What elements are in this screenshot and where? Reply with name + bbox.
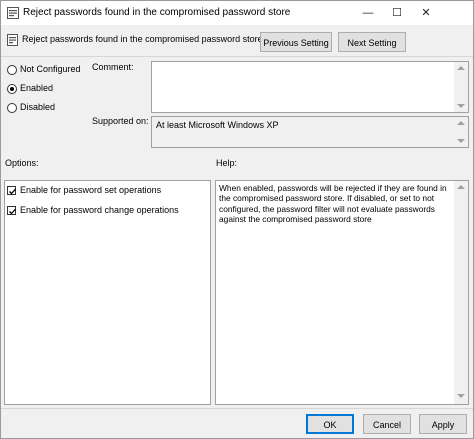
window-title: Reject passwords found in the compromise…	[23, 7, 291, 18]
radio-disabled-label: Disabled	[20, 102, 56, 112]
policy-setting-icon	[7, 7, 19, 19]
option-password-set-label: Enable for password set operations	[20, 185, 162, 195]
supported-on-label: Supported on:	[92, 116, 149, 126]
help-scrollbar[interactable]	[454, 181, 468, 404]
apply-button[interactable]: Apply	[419, 414, 467, 434]
radio-not-configured-indicator[interactable]	[7, 65, 17, 75]
close-icon[interactable]: ✕	[411, 1, 441, 25]
scroll-up-icon[interactable]	[457, 121, 465, 125]
comment-label: Comment:	[92, 62, 134, 72]
scroll-down-icon[interactable]	[457, 104, 465, 108]
option-password-set[interactable]: Enable for password set operations	[7, 185, 207, 197]
previous-setting-button[interactable]: Previous Setting	[260, 32, 332, 52]
check-icon	[9, 208, 16, 215]
help-panel: When enabled, passwords will be rejected…	[215, 180, 469, 405]
radio-enabled[interactable]: Enabled	[7, 83, 87, 95]
help-text: When enabled, passwords will be rejected…	[219, 183, 447, 225]
supported-on-field: At least Microsoft Windows XP	[151, 116, 469, 148]
checkbox-password-set[interactable]	[7, 186, 16, 195]
header-divider	[1, 56, 473, 57]
comment-scrollbar[interactable]	[454, 62, 468, 112]
minimize-icon[interactable]: —	[353, 1, 383, 25]
options-panel: Enable for password set operations Enabl…	[4, 180, 211, 405]
scroll-up-icon[interactable]	[457, 185, 465, 189]
radio-disabled-indicator[interactable]	[7, 103, 17, 113]
scroll-down-icon[interactable]	[457, 394, 465, 398]
radio-disabled[interactable]: Disabled	[7, 102, 87, 114]
comment-textarea[interactable]	[151, 61, 469, 113]
check-icon	[9, 188, 16, 195]
title-bar[interactable]: Reject passwords found in the compromise…	[1, 1, 473, 25]
maximize-icon[interactable]: ☐	[382, 1, 412, 25]
supported-on-value: At least Microsoft Windows XP	[156, 120, 279, 130]
radio-not-configured-label: Not Configured	[20, 64, 81, 74]
scroll-up-icon[interactable]	[457, 66, 465, 70]
footer-divider	[1, 408, 473, 409]
supported-on-scrollbar[interactable]	[454, 117, 468, 147]
options-heading: Options:	[5, 158, 39, 168]
radio-enabled-label: Enabled	[20, 83, 54, 93]
cancel-button[interactable]: Cancel	[363, 414, 411, 434]
policy-dialog-window: Reject passwords found in the compromise…	[0, 0, 474, 439]
radio-not-configured[interactable]: Not Configured	[7, 64, 87, 76]
checkbox-password-change[interactable]	[7, 206, 16, 215]
option-password-change[interactable]: Enable for password change operations	[7, 205, 207, 217]
ok-button[interactable]: OK	[306, 414, 354, 434]
next-setting-button[interactable]: Next Setting	[338, 32, 406, 52]
setting-icon	[7, 34, 18, 46]
help-heading: Help:	[216, 158, 238, 168]
scroll-down-icon[interactable]	[457, 139, 465, 143]
option-password-change-label: Enable for password change operations	[20, 205, 179, 215]
radio-enabled-indicator[interactable]	[7, 84, 17, 94]
setting-name: Reject passwords found in the compromise…	[22, 34, 263, 44]
